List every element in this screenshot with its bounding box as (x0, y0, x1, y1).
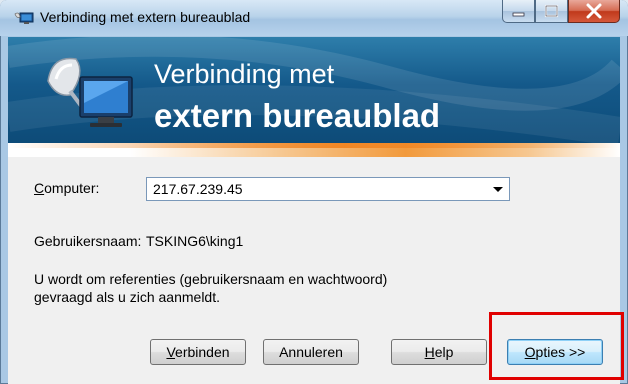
rdp-window: Verbinding met extern bureaublad Verbind… (0, 0, 628, 384)
help-button-label: Help (392, 340, 486, 364)
connect-button-label: Verbinden (151, 340, 245, 364)
computer-value: 217.67.239.45 (153, 181, 243, 197)
help-button[interactable]: Help (391, 339, 487, 365)
banner-title-line2: extern bureaublad (154, 97, 441, 134)
options-button-text: pties >> (535, 344, 586, 360)
minimize-icon (512, 12, 525, 17)
maximize-button[interactable] (535, 0, 568, 23)
connect-button-text: erbinden (175, 344, 230, 360)
username-label: Gebruikersnaam: (34, 233, 142, 249)
options-button-mnemonic: O (524, 344, 536, 360)
dropdown-arrow-icon[interactable] (493, 187, 503, 192)
computer-label-text: omputer: (44, 180, 100, 196)
computer-label-mnemonic: C (34, 180, 45, 196)
title-bar[interactable]: Verbinding met extern bureaublad (0, 0, 628, 36)
help-button-mnemonic: H (424, 344, 435, 360)
dialog-body: Computer: 217.67.239.45 Gebruikersnaam: … (8, 157, 620, 384)
options-button[interactable]: Opties >> (507, 339, 603, 365)
maximize-icon (544, 4, 559, 18)
username-value: TSKING6\king1 (146, 233, 244, 249)
header-banner: Verbinding met extern bureaublad (8, 37, 620, 143)
close-icon (586, 3, 602, 19)
banner-title-line1: Verbinding met (154, 59, 335, 89)
caption-buttons (502, 0, 620, 24)
close-button[interactable] (568, 0, 620, 23)
computer-combobox[interactable]: 217.67.239.45 (146, 177, 510, 201)
cancel-button-label: Annuleren (279, 344, 343, 360)
options-button-label: Opties >> (508, 340, 602, 364)
remote-desktop-small-icon (14, 12, 34, 24)
info-text-line2: gevraagd als u zich aanmeldt. (34, 289, 220, 305)
help-button-text: elp (434, 344, 454, 360)
connect-button-mnemonic: V (166, 344, 176, 360)
minimize-button[interactable] (502, 0, 535, 23)
info-text-line1: U wordt om referenties (gebruikersnaam e… (34, 271, 388, 287)
window-title: Verbinding met extern bureaublad (40, 9, 251, 25)
remote-desktop-icon (47, 57, 133, 127)
accent-strip (8, 143, 620, 157)
computer-label: Computer: (34, 180, 99, 196)
connect-button[interactable]: Verbinden (150, 339, 246, 365)
cancel-button[interactable]: Annuleren (263, 339, 359, 365)
